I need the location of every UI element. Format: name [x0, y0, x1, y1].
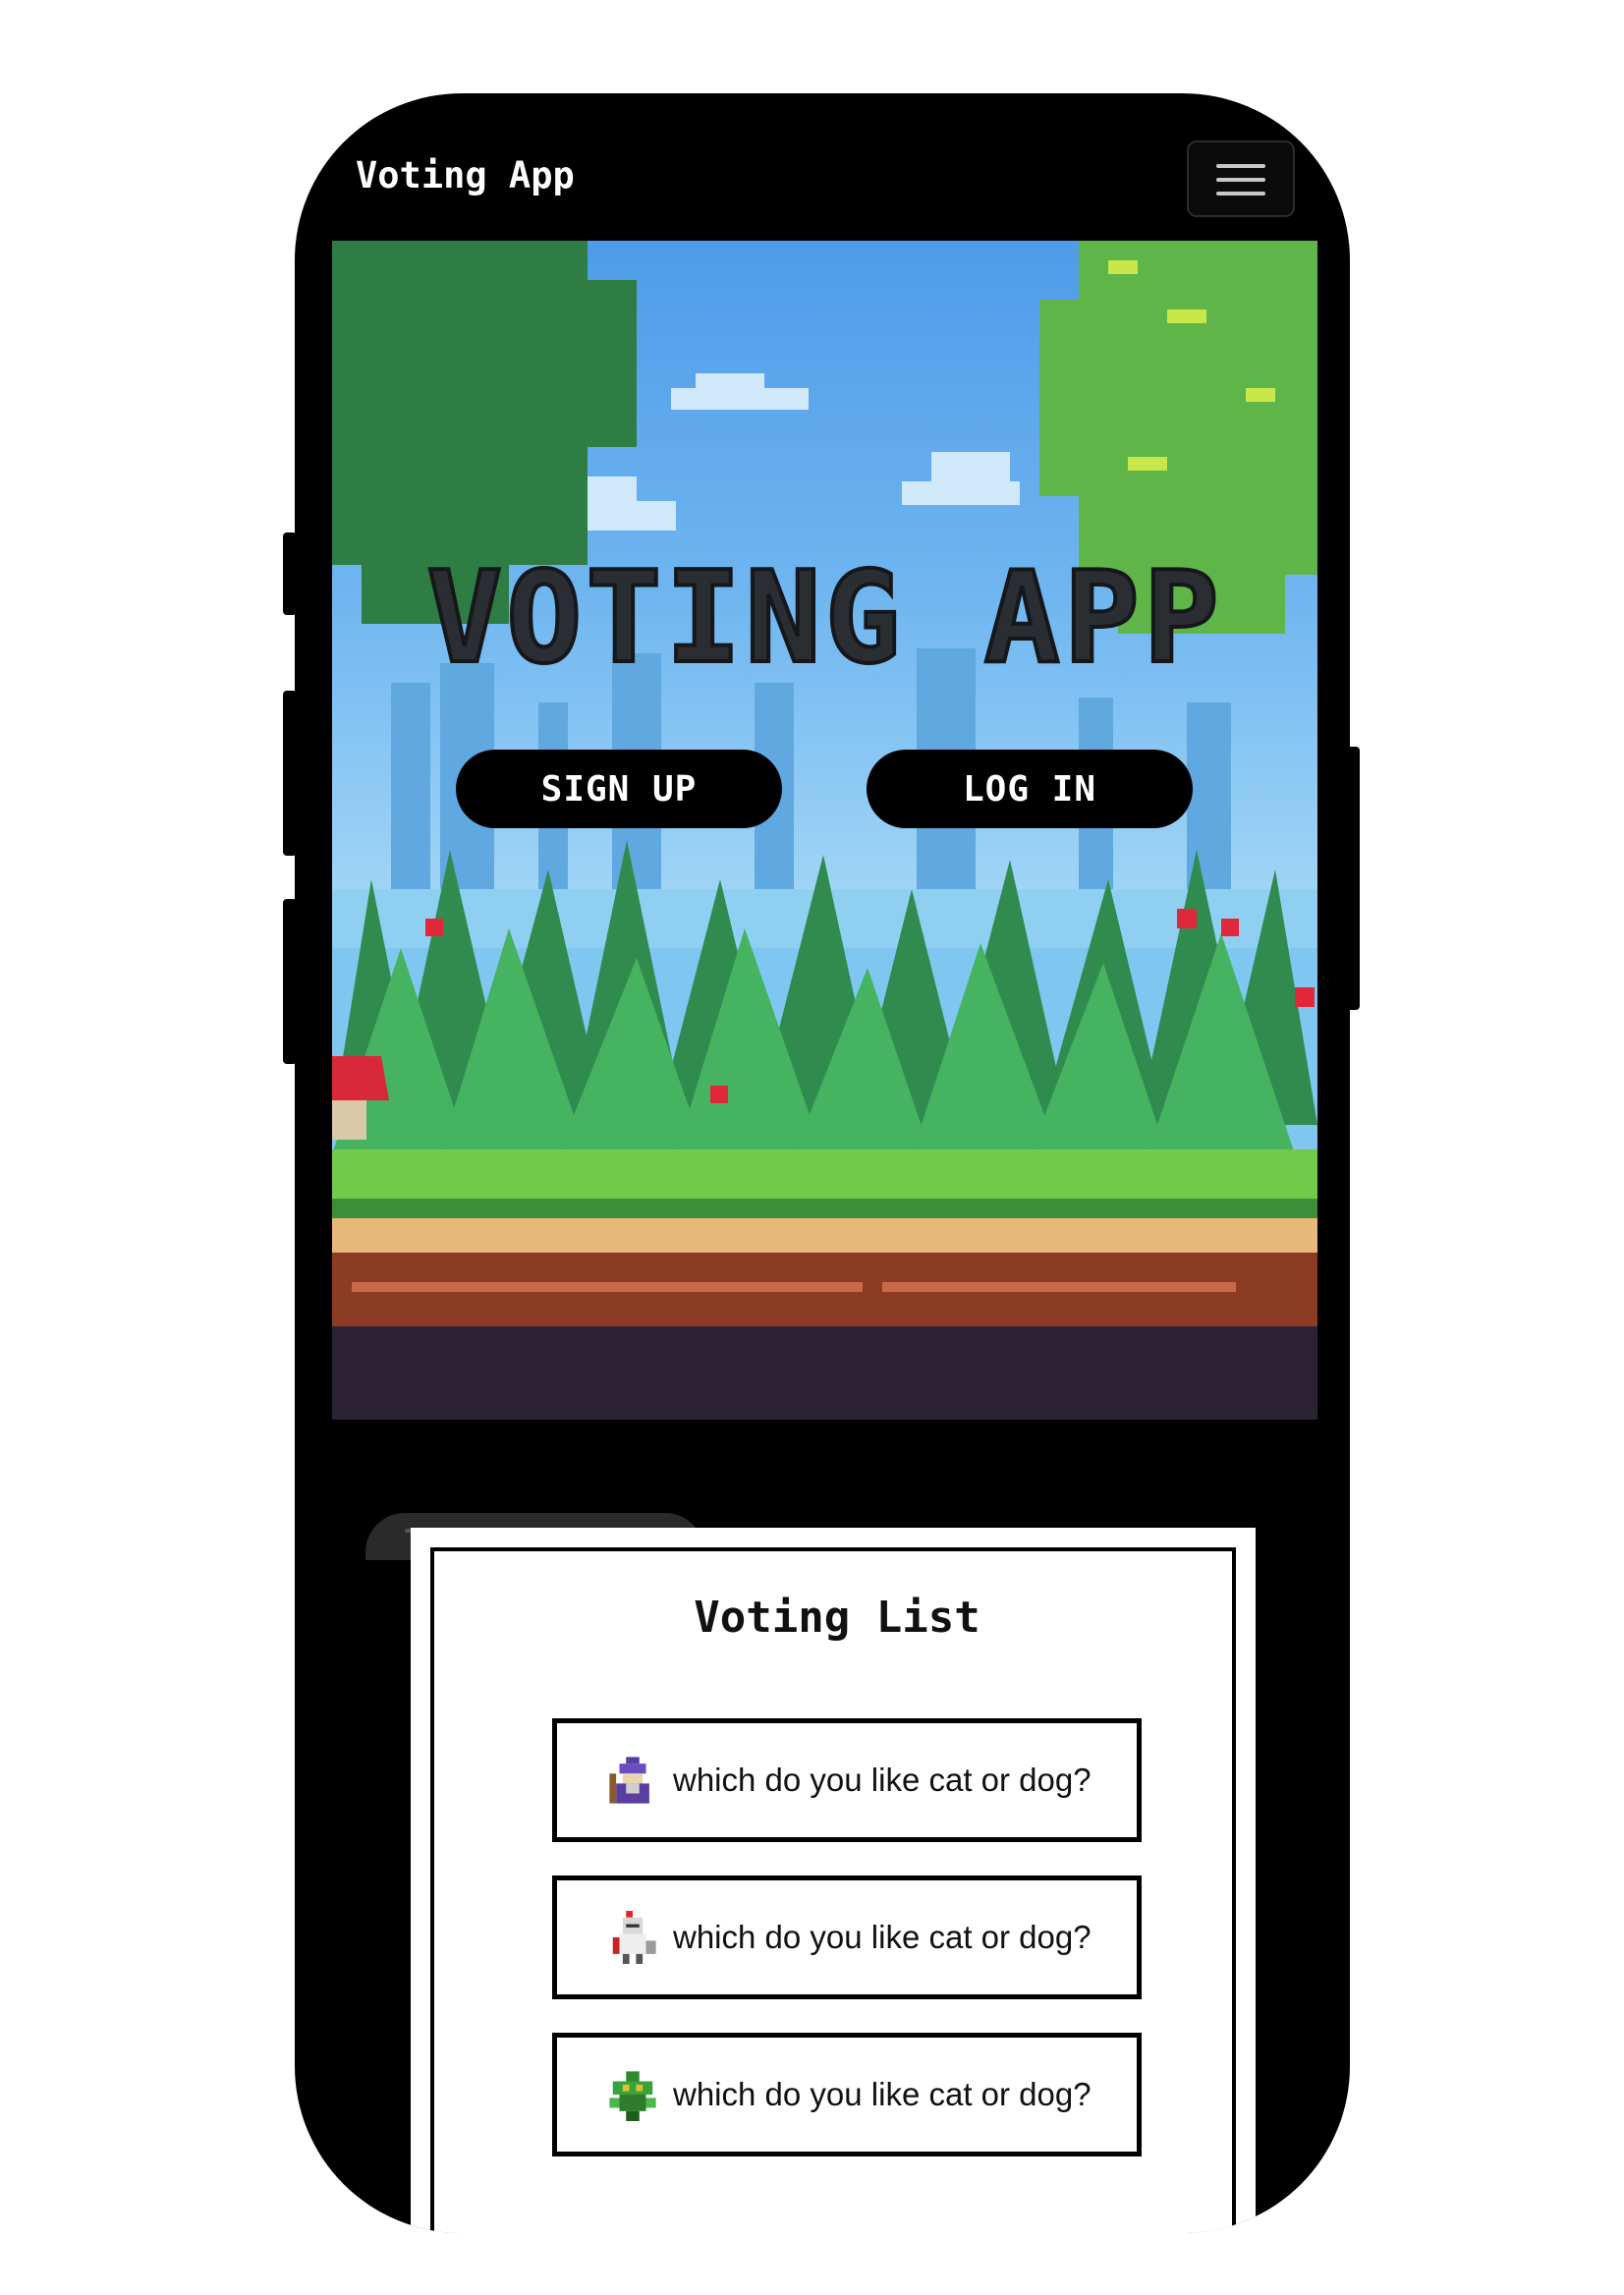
navbar: Voting App — [295, 93, 1350, 241]
wizard-sprite-icon — [609, 1757, 649, 1804]
vote-question: which do you like cat or dog? — [673, 1762, 1092, 1798]
hero-section: VOTING APP SIGN UP LOG IN — [332, 241, 1317, 1420]
vote-item[interactable]: which do you like cat or dog? — [552, 1718, 1142, 1842]
vote-item[interactable]: which do you like cat or dog? — [552, 1875, 1142, 1999]
pixel-forest-background — [332, 241, 1317, 1420]
phone-frame: Voting App VOTING APP SIGN UP LOG IN Vot… — [295, 93, 1350, 2233]
voting-list-panel: Voting List which do you like cat or dog… — [430, 1547, 1236, 2233]
vote-item[interactable]: which do you like cat or dog? — [552, 2033, 1142, 2156]
navbar-toggler-button[interactable] — [1187, 140, 1295, 217]
voting-list-card: Voting List which do you like cat or dog… — [411, 1528, 1256, 2233]
vote-question: which do you like cat or dog? — [673, 2076, 1092, 2112]
voting-list-title: Voting List — [694, 1593, 980, 1643]
log-in-button[interactable]: LOG IN — [867, 750, 1193, 828]
sign-up-button[interactable]: SIGN UP — [456, 750, 782, 828]
knight-sprite-icon — [612, 1911, 656, 1964]
hero-title: VOTING APP — [424, 543, 1223, 694]
plant-monster-sprite-icon — [609, 2071, 656, 2121]
navbar-brand[interactable]: Voting App — [356, 154, 575, 196]
vote-question: which do you like cat or dog? — [673, 1919, 1092, 1955]
